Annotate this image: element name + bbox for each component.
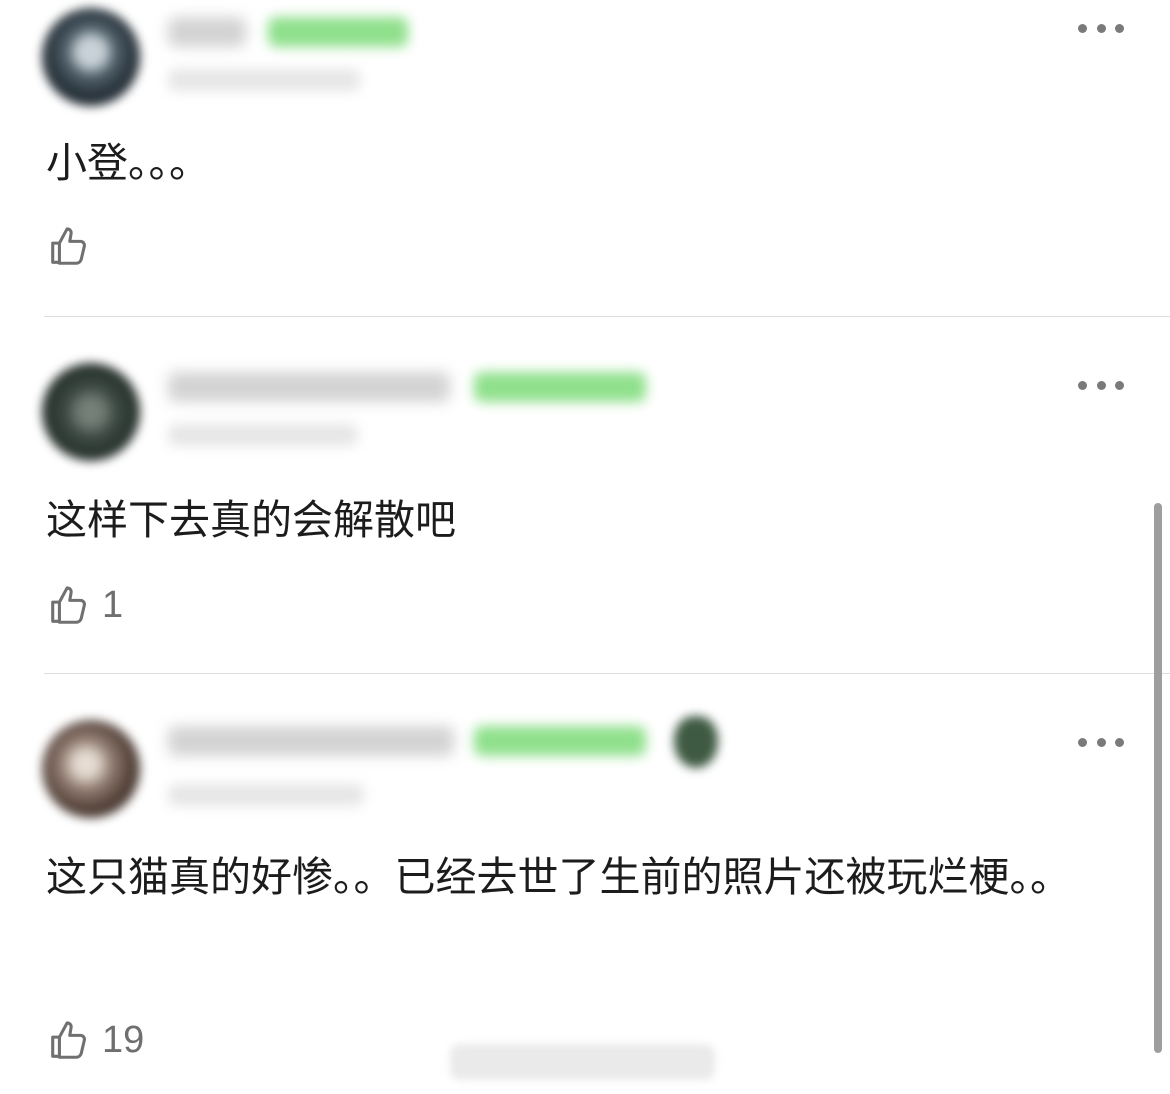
like-button[interactable] [46,221,102,271]
user-badge-blurred [474,372,646,402]
comment-text: 这样下去真的会解散吧 [46,496,456,544]
username-blurred[interactable] [168,17,246,47]
more-options-button[interactable] [1078,21,1124,35]
more-options-button[interactable] [1078,378,1124,392]
avatar[interactable] [42,8,140,106]
more-dot [1078,737,1087,747]
comment-text: 小登。。。 [46,139,210,187]
like-button[interactable]: 19 [46,1015,144,1065]
comment-item: 小登。。。 [0,0,1170,316]
more-options-button[interactable] [1078,735,1124,749]
thumbs-up-icon [51,1021,86,1059]
like-button[interactable]: 1 [46,580,123,630]
user-badge-blurred [268,17,408,47]
vertical-scrollbar[interactable] [1154,503,1162,1053]
thumbs-up-icon [51,227,86,265]
user-emblem-blurred [674,716,718,768]
username-blurred[interactable] [168,372,450,402]
username-blurred[interactable] [168,726,454,756]
thumbs-up-icon [51,586,86,624]
comment-item: 这只猫真的好惨。。已经去世了生前的照片还被玩烂梗。。 19 [0,674,1170,1094]
more-dot [1096,380,1106,390]
more-dot [1078,380,1087,390]
watermark-blurred [450,1044,715,1080]
like-count: 19 [102,1018,145,1061]
avatar[interactable] [42,363,140,461]
more-dot [1096,737,1106,747]
user-badge-blurred [474,726,646,756]
comment-text: 这只猫真的好惨。。已经去世了生前的照片还被玩烂梗。。 [46,853,1071,901]
more-dot [1096,23,1106,33]
more-dot [1115,737,1124,747]
like-count: 1 [102,583,124,626]
comment-item: 这样下去真的会解散吧 1 [0,317,1170,673]
comment-meta-blurred [168,69,360,91]
more-dot [1115,23,1124,33]
more-dot [1115,380,1124,390]
more-dot [1078,23,1087,33]
comment-meta-blurred [168,424,358,446]
comment-meta-blurred [168,784,364,806]
avatar[interactable] [42,720,140,818]
